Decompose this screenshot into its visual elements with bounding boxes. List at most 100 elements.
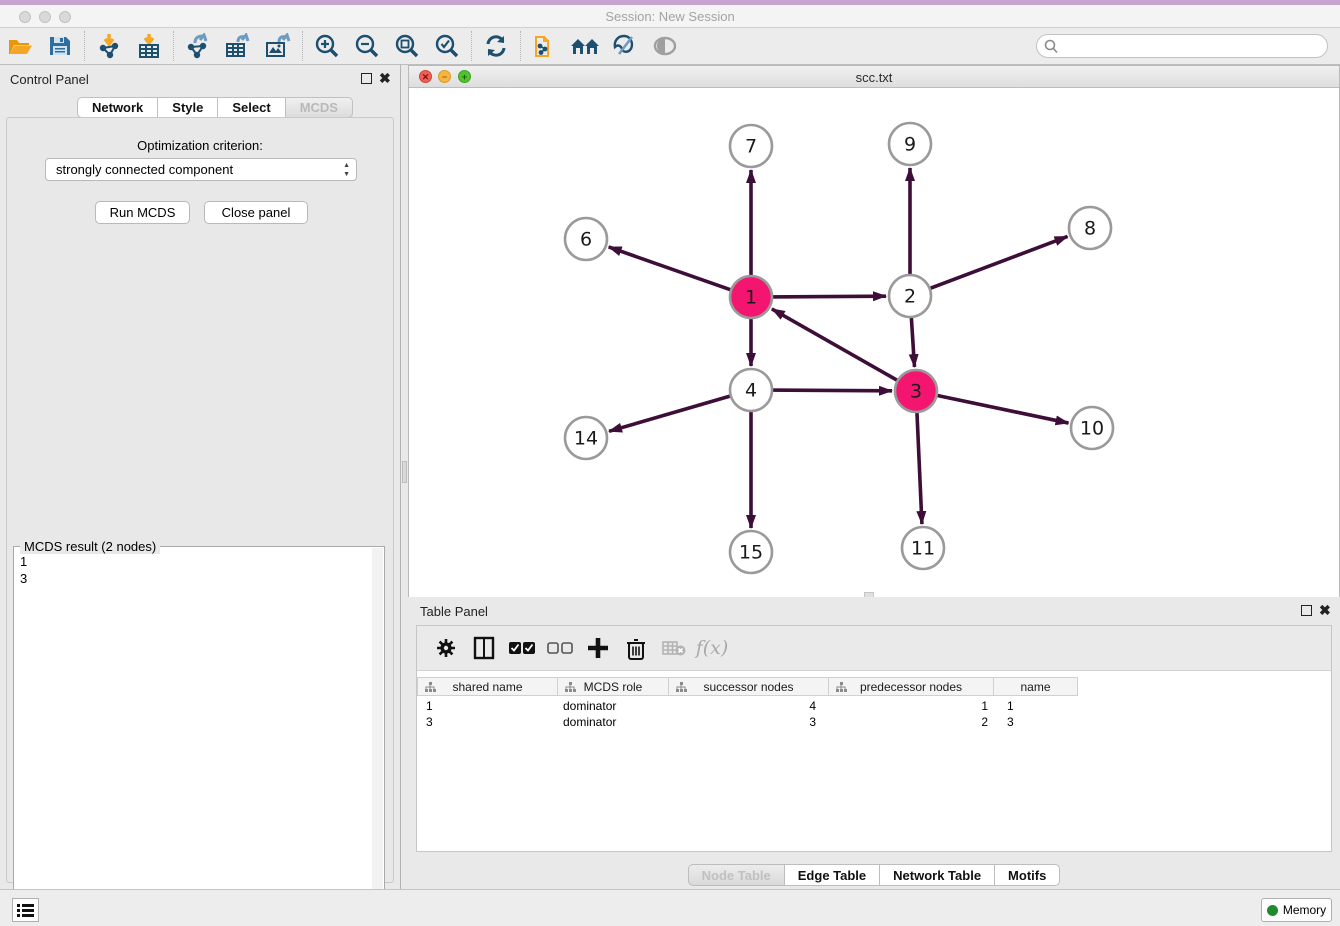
- graph-edge-1-6[interactable]: [609, 247, 735, 291]
- network-view-title: scc.txt: [409, 70, 1339, 85]
- close-table-panel-icon[interactable]: ✖: [1319, 602, 1331, 618]
- toolbar-separator: [302, 31, 303, 61]
- zoom-out-icon: [354, 33, 380, 59]
- column-header-predecessor-nodes[interactable]: predecessor nodes: [829, 677, 994, 696]
- graph-node-label-8: 8: [1084, 218, 1096, 240]
- column-header-mcds-role[interactable]: MCDS role: [558, 677, 669, 696]
- cell-successor-nodes[interactable]: 4: [670, 699, 816, 713]
- export-table-button[interactable]: [218, 30, 258, 62]
- zoom-selected-button[interactable]: [427, 30, 467, 62]
- graph-edge-4-14[interactable]: [609, 395, 735, 432]
- network-canvas[interactable]: 7968124314101511: [409, 88, 1339, 597]
- search-input[interactable]: [1063, 36, 1318, 56]
- task-history-button[interactable]: [12, 898, 39, 922]
- select-all-button[interactable]: [503, 631, 541, 665]
- vertical-splitter[interactable]: [401, 65, 408, 889]
- mcds-result-text[interactable]: 1 3: [20, 553, 27, 587]
- run-mcds-button[interactable]: Run MCDS: [95, 201, 190, 224]
- table-settings-button[interactable]: [427, 631, 465, 665]
- splitter-grip[interactable]: [402, 461, 407, 483]
- table-panel-title: Table Panel: [420, 604, 488, 619]
- column-type-icon: [836, 682, 847, 693]
- column-type-icon: [425, 682, 436, 693]
- show-columns-button[interactable]: [465, 631, 503, 665]
- fx-icon: f(x): [696, 637, 729, 659]
- table-panel-header: Table Panel ✖: [408, 597, 1340, 625]
- graph-node-label-10: 10: [1080, 418, 1104, 440]
- memory-button[interactable]: Memory: [1261, 898, 1332, 922]
- graph-edge-4-3[interactable]: [768, 390, 892, 391]
- mcds-result-box: MCDS result (2 nodes) 1 3: [13, 546, 385, 926]
- cell-successor-nodes[interactable]: 3: [670, 715, 816, 729]
- tab-network[interactable]: Network: [77, 97, 158, 118]
- tab-select[interactable]: Select: [218, 97, 285, 118]
- cell-name[interactable]: 1: [1007, 699, 1014, 713]
- cell-predecessor-nodes[interactable]: 2: [830, 715, 988, 729]
- float-table-panel-icon[interactable]: [1301, 605, 1312, 616]
- cell-mcds-role[interactable]: dominator: [563, 699, 616, 713]
- cell-shared-name[interactable]: 3: [426, 715, 433, 729]
- node-table-box: f(x) shared name MCDS role successor nod…: [416, 625, 1332, 852]
- graph-edge-3-11[interactable]: [917, 408, 922, 524]
- zoom-fit-button[interactable]: [387, 30, 427, 62]
- cell-mcds-role[interactable]: dominator: [563, 715, 616, 729]
- graph-edge-1-2[interactable]: [768, 296, 886, 297]
- graph-edge-3-10[interactable]: [933, 394, 1069, 423]
- graph-node-label-1: 1: [745, 287, 757, 309]
- result-scrollbar[interactable]: [372, 548, 383, 924]
- cell-name[interactable]: 3: [1007, 715, 1014, 729]
- import-table-button[interactable]: [129, 30, 169, 62]
- apply-style-button[interactable]: [605, 30, 645, 62]
- control-panel-title: Control Panel: [10, 72, 89, 87]
- graph-node-label-6: 6: [580, 229, 592, 251]
- delete-column-button[interactable]: [617, 631, 655, 665]
- first-neighbors-button[interactable]: [565, 30, 605, 62]
- float-panel-icon[interactable]: [361, 73, 372, 84]
- column-header-shared-name[interactable]: shared name: [417, 677, 558, 696]
- graph-node-label-9: 9: [904, 134, 916, 156]
- function-builder-button[interactable]: f(x): [693, 631, 731, 665]
- toolbar-separator: [471, 31, 472, 61]
- open-session-button[interactable]: [0, 30, 40, 62]
- column-type-icon: [565, 682, 576, 693]
- add-column-button[interactable]: [579, 631, 617, 665]
- import-network-button[interactable]: [89, 30, 129, 62]
- tab-motifs[interactable]: Motifs: [995, 864, 1060, 886]
- zoom-out-button[interactable]: [347, 30, 387, 62]
- column-header-successor-nodes[interactable]: successor nodes: [669, 677, 829, 696]
- import-table-icon: [137, 33, 161, 59]
- save-session-button[interactable]: [40, 30, 80, 62]
- graph-edge-2-3[interactable]: [911, 313, 914, 367]
- control-panel-tabs: Network Style Select MCDS: [77, 97, 353, 118]
- show-hide-button[interactable]: [645, 30, 685, 62]
- export-image-icon: [265, 33, 291, 59]
- close-panel-icon[interactable]: ✖: [379, 70, 391, 86]
- plus-icon: [587, 637, 609, 659]
- tab-network-table[interactable]: Network Table: [880, 864, 995, 886]
- export-image-button[interactable]: [258, 30, 298, 62]
- refresh-layout-button[interactable]: [476, 30, 516, 62]
- zoom-in-icon: [314, 33, 340, 59]
- cell-shared-name[interactable]: 1: [426, 699, 433, 713]
- tab-node-table[interactable]: Node Table: [688, 864, 785, 886]
- column-header-name[interactable]: name: [994, 677, 1078, 696]
- gear-icon: [435, 637, 457, 659]
- open-folder-icon: [7, 35, 33, 57]
- mcds-result-title: MCDS result (2 nodes): [20, 539, 160, 554]
- graph-edge-2-8[interactable]: [926, 236, 1068, 290]
- zoom-in-button[interactable]: [307, 30, 347, 62]
- tab-mcds[interactable]: MCDS: [286, 97, 353, 118]
- cell-predecessor-nodes[interactable]: 1: [830, 699, 988, 713]
- optimization-criterion-select[interactable]: strongly connected component ▲▼: [45, 158, 357, 181]
- column-type-icon: [676, 682, 687, 693]
- graph-node-label-2: 2: [904, 286, 916, 308]
- deselect-all-button[interactable]: [541, 631, 579, 665]
- export-network-button[interactable]: [178, 30, 218, 62]
- delete-table-button[interactable]: [655, 631, 693, 665]
- zoom-selected-icon: [434, 33, 460, 59]
- graph-edge-3-1[interactable]: [772, 309, 901, 383]
- clone-network-button[interactable]: [525, 30, 565, 62]
- tab-edge-table[interactable]: Edge Table: [785, 864, 880, 886]
- close-panel-button[interactable]: Close panel: [204, 201, 308, 224]
- tab-style[interactable]: Style: [158, 97, 218, 118]
